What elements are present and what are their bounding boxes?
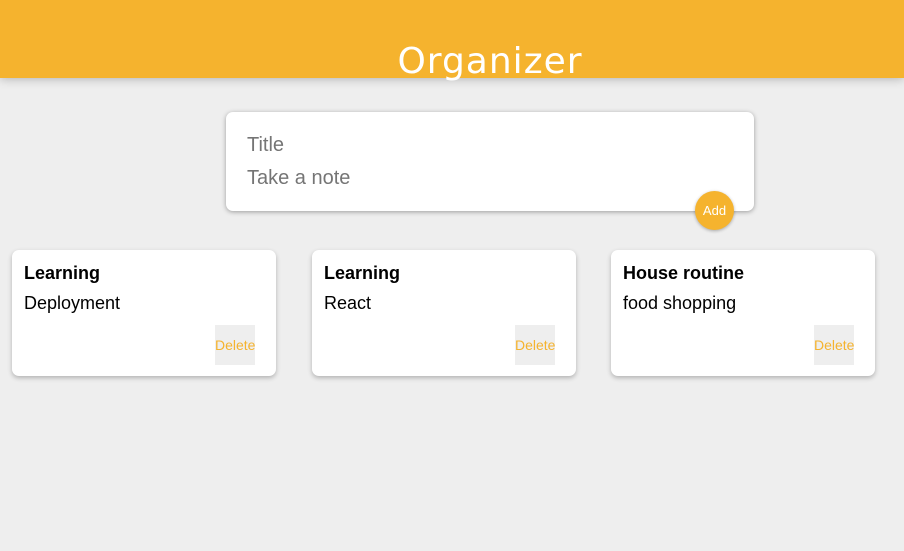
note-title: House routine (623, 263, 745, 283)
note-title-input[interactable] (247, 134, 727, 157)
delete-note-button[interactable]: Delete (515, 325, 555, 365)
delete-note-button[interactable]: Delete (215, 325, 255, 365)
note-content-input[interactable] (247, 167, 727, 190)
app-title: Organizer (397, 41, 583, 83)
add-note-button[interactable]: Add (695, 191, 734, 230)
delete-note-button[interactable]: Delete (814, 325, 854, 365)
note-title: Learning (24, 263, 101, 283)
note-title: Learning (324, 263, 401, 283)
note-card: Learning React Delete (312, 250, 576, 376)
note-content: food shopping (623, 293, 737, 313)
note-content: React (324, 293, 372, 313)
note-content: Deployment (24, 293, 121, 313)
note-composer (226, 112, 754, 211)
note-card: Learning Deployment Delete (12, 250, 276, 376)
app-header: Organizer (0, 0, 904, 82)
note-card: House routine food shopping Delete (611, 250, 875, 376)
